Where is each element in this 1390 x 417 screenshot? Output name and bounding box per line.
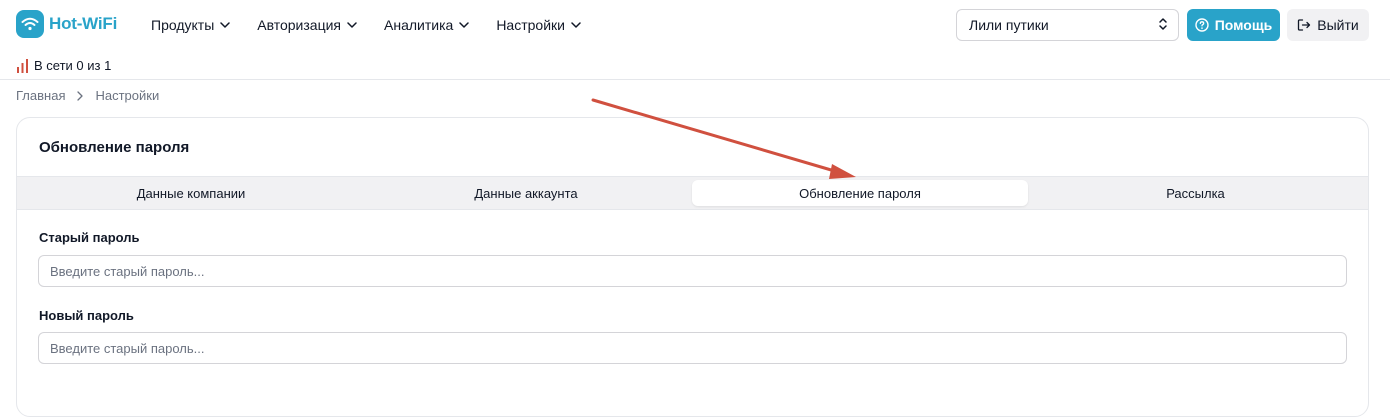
breadcrumb: Главная Настройки xyxy=(16,88,159,103)
signal-bars-icon xyxy=(17,58,28,73)
logout-button[interactable]: Выйти xyxy=(1287,9,1369,41)
breadcrumb-home[interactable]: Главная xyxy=(16,88,65,103)
nav-item-label: Авторизация xyxy=(257,17,342,33)
chevron-down-icon xyxy=(459,22,470,28)
company-select-value: Лили путики xyxy=(969,17,1049,33)
logo-text: Hot-WiFi xyxy=(49,14,118,33)
chevron-right-icon xyxy=(77,90,84,101)
help-button-label: Помощь xyxy=(1214,17,1273,33)
old-password-label: Старый пароль xyxy=(39,230,140,245)
logo[interactable]: Hot-WiFi xyxy=(16,10,117,38)
logout-icon xyxy=(1298,19,1311,31)
online-status: В сети 0 из 1 xyxy=(16,58,111,73)
tab-mailing[interactable]: Рассылка xyxy=(1028,180,1363,206)
help-circle-icon xyxy=(1195,18,1209,32)
logout-button-label: Выйти xyxy=(1317,17,1359,33)
online-status-text: В сети 0 из 1 xyxy=(34,58,112,73)
tab-company-data[interactable]: Данные компании xyxy=(21,180,361,206)
new-password-label: Новый пароль xyxy=(39,308,134,323)
nav-item-analytics[interactable]: Аналитика xyxy=(384,14,470,36)
tab-password-update[interactable]: Обновление пароля xyxy=(692,180,1028,206)
main-nav: Продукты Авторизация Аналитика Настройки xyxy=(151,14,608,36)
new-password-input[interactable] xyxy=(38,332,1347,364)
settings-tabs: Данные компании Данные аккаунта Обновлен… xyxy=(17,176,1368,210)
chevron-down-icon xyxy=(220,22,231,28)
chevron-down-icon xyxy=(571,22,581,28)
tab-account-data[interactable]: Данные аккаунта xyxy=(357,180,695,206)
nav-item-label: Аналитика xyxy=(384,17,454,33)
nav-item-authorization[interactable]: Авторизация xyxy=(257,14,357,36)
nav-item-products[interactable]: Продукты xyxy=(151,14,231,36)
top-navigation-bar: Hot-WiFi Продукты Авторизация Аналитика … xyxy=(0,0,1390,50)
chevron-up-down-icon xyxy=(1158,17,1168,34)
settings-card: Обновление пароля Данные компании Данные… xyxy=(16,117,1369,417)
nav-item-label: Настройки xyxy=(496,17,565,33)
wifi-icon xyxy=(16,10,44,38)
nav-item-label: Продукты xyxy=(151,17,215,33)
old-password-input[interactable] xyxy=(38,255,1347,287)
help-button[interactable]: Помощь xyxy=(1187,9,1280,41)
nav-item-settings[interactable]: Настройки xyxy=(496,14,581,36)
breadcrumb-current: Настройки xyxy=(95,88,160,103)
header-divider xyxy=(0,79,1390,80)
chevron-down-icon xyxy=(347,22,357,28)
company-select[interactable]: Лили путики xyxy=(956,9,1179,41)
card-title: Обновление пароля xyxy=(39,139,190,156)
